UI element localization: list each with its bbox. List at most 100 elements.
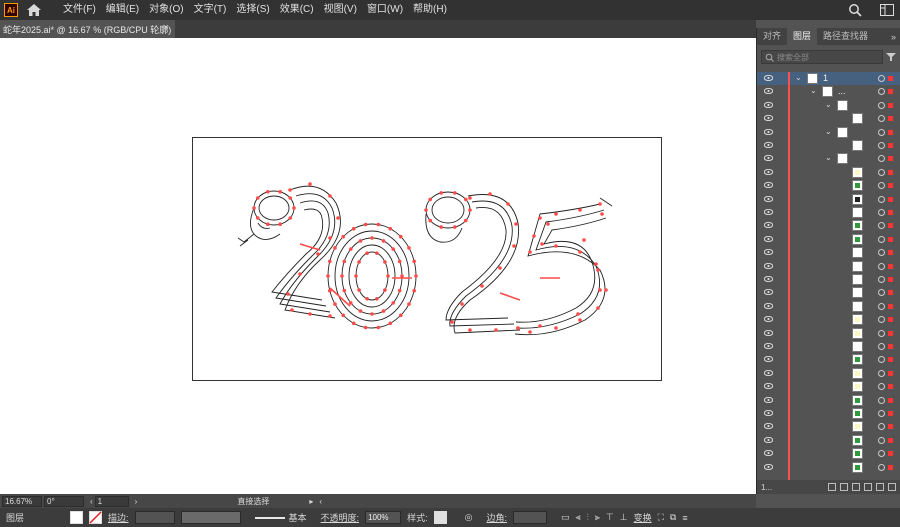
visibility-eye-icon[interactable] <box>764 222 773 229</box>
target-circle-icon[interactable] <box>878 75 885 82</box>
align-to-icon[interactable]: ▭ <box>561 512 570 523</box>
layer-row[interactable]: ⌄ <box>757 99 900 112</box>
target-circle-icon[interactable] <box>878 276 885 283</box>
layer-row[interactable] <box>757 461 900 474</box>
target-circle-icon[interactable] <box>878 383 885 391</box>
selection-indicator[interactable] <box>888 317 893 323</box>
target-circle-icon[interactable] <box>878 450 885 458</box>
target-circle-icon[interactable] <box>878 396 885 404</box>
target-circle-icon[interactable] <box>878 329 885 337</box>
new-layer-icon[interactable] <box>876 483 884 491</box>
target-circle-icon[interactable] <box>878 410 885 417</box>
layer-row[interactable] <box>757 394 900 407</box>
visibility-eye-icon[interactable] <box>764 450 773 457</box>
layer-row[interactable] <box>757 353 900 366</box>
layer-row[interactable] <box>757 380 900 393</box>
layer-row[interactable] <box>757 407 900 420</box>
expand-chevron-icon[interactable]: ⌄ <box>810 86 817 95</box>
align-center-icon[interactable]: ⫶ <box>587 512 589 523</box>
selection-indicator[interactable] <box>888 290 893 296</box>
stroke-label[interactable]: 描边: <box>108 511 129 524</box>
visibility-eye-icon[interactable] <box>764 423 773 430</box>
menu-file[interactable]: 文件(F) <box>58 0 101 20</box>
selection-indicator[interactable] <box>888 303 893 309</box>
visibility-eye-icon[interactable] <box>764 302 773 309</box>
menu-help[interactable]: 帮助(H) <box>408 0 452 20</box>
layer-row[interactable] <box>757 327 900 340</box>
layer-row[interactable] <box>757 233 900 246</box>
selection-indicator[interactable] <box>888 169 893 175</box>
selection-indicator[interactable] <box>888 129 893 135</box>
opacity-label[interactable]: 不透明度: <box>321 511 360 524</box>
tab-align[interactable]: 对齐 <box>757 28 787 45</box>
visibility-eye-icon[interactable] <box>764 235 773 242</box>
target-circle-icon[interactable] <box>878 235 885 243</box>
target-circle-icon[interactable] <box>878 128 885 136</box>
visibility-eye-icon[interactable] <box>764 343 773 349</box>
layer-row[interactable]: ⌄ <box>757 152 900 165</box>
menu-view[interactable]: 视图(V) <box>319 0 362 20</box>
visibility-eye-icon[interactable] <box>764 195 773 202</box>
corner-label[interactable]: 边角: <box>486 511 507 524</box>
align-middle-icon[interactable]: ⊥ <box>620 512 628 523</box>
menu-type[interactable]: 文字(T) <box>189 0 232 20</box>
visibility-eye-icon[interactable] <box>764 142 773 148</box>
target-circle-icon[interactable] <box>878 249 885 257</box>
target-circle-icon[interactable] <box>878 195 885 203</box>
delete-layer-icon[interactable] <box>888 483 896 491</box>
graphic-style-swatch[interactable] <box>433 511 447 524</box>
visibility-eye-icon[interactable] <box>764 369 773 376</box>
layer-row[interactable]: ⌄... <box>757 85 900 98</box>
visibility-eye-icon[interactable] <box>764 209 773 215</box>
selection-indicator[interactable] <box>888 397 893 403</box>
menu-more-icon[interactable]: ≡ <box>682 513 687 523</box>
visibility-eye-icon[interactable] <box>764 155 773 162</box>
tab-pathfinder[interactable]: 路径查找器 <box>817 28 874 45</box>
status-menu-icon[interactable]: ▸ <box>309 497 313 506</box>
expand-chevron-icon[interactable]: ⌄ <box>825 100 832 109</box>
layer-row[interactable] <box>757 273 900 286</box>
recolor-icon[interactable]: ◎ <box>465 512 473 523</box>
visibility-eye-icon[interactable] <box>764 88 773 95</box>
target-circle-icon[interactable] <box>878 262 885 270</box>
layer-row[interactable] <box>757 434 900 447</box>
expand-chevron-icon[interactable]: ⌄ <box>795 73 802 82</box>
selection-indicator[interactable] <box>888 196 893 202</box>
layer-row[interactable] <box>757 206 900 219</box>
layer-row[interactable] <box>757 193 900 206</box>
menu-effect[interactable]: 效果(C) <box>275 0 319 20</box>
close-tab-icon[interactable]: × <box>163 22 169 34</box>
visibility-eye-icon[interactable] <box>764 383 773 390</box>
home-icon[interactable] <box>26 3 42 17</box>
target-circle-icon[interactable] <box>878 463 885 471</box>
rotation-field[interactable]: 0° <box>44 495 84 507</box>
visibility-eye-icon[interactable] <box>764 128 773 135</box>
selection-indicator[interactable] <box>888 411 893 416</box>
target-circle-icon[interactable] <box>878 142 885 149</box>
target-circle-icon[interactable] <box>878 302 885 310</box>
next-artboard-icon[interactable]: › <box>135 497 138 506</box>
selection-indicator[interactable] <box>888 210 893 215</box>
selection-indicator[interactable] <box>888 102 893 108</box>
target-circle-icon[interactable] <box>878 316 885 324</box>
brush-definition[interactable]: 基本 <box>254 511 307 524</box>
filter-icon[interactable] <box>886 52 896 62</box>
visibility-eye-icon[interactable] <box>764 75 773 81</box>
selection-indicator[interactable] <box>888 236 893 242</box>
align-top-icon[interactable]: ⊤ <box>606 512 614 523</box>
visibility-eye-icon[interactable] <box>764 396 773 403</box>
target-circle-icon[interactable] <box>878 101 885 109</box>
selection-indicator[interactable] <box>888 370 893 376</box>
layer-row[interactable] <box>757 420 900 433</box>
selection-indicator[interactable] <box>888 156 893 162</box>
layer-row[interactable] <box>757 179 900 192</box>
layer-row[interactable] <box>757 313 900 326</box>
layer-row[interactable] <box>757 166 900 179</box>
selection-indicator[interactable] <box>888 116 893 122</box>
target-circle-icon[interactable] <box>878 343 885 350</box>
locate-object-icon[interactable] <box>840 483 848 491</box>
selection-indicator[interactable] <box>888 250 893 256</box>
visibility-eye-icon[interactable] <box>764 168 773 175</box>
target-circle-icon[interactable] <box>878 155 885 163</box>
visibility-eye-icon[interactable] <box>764 115 773 122</box>
